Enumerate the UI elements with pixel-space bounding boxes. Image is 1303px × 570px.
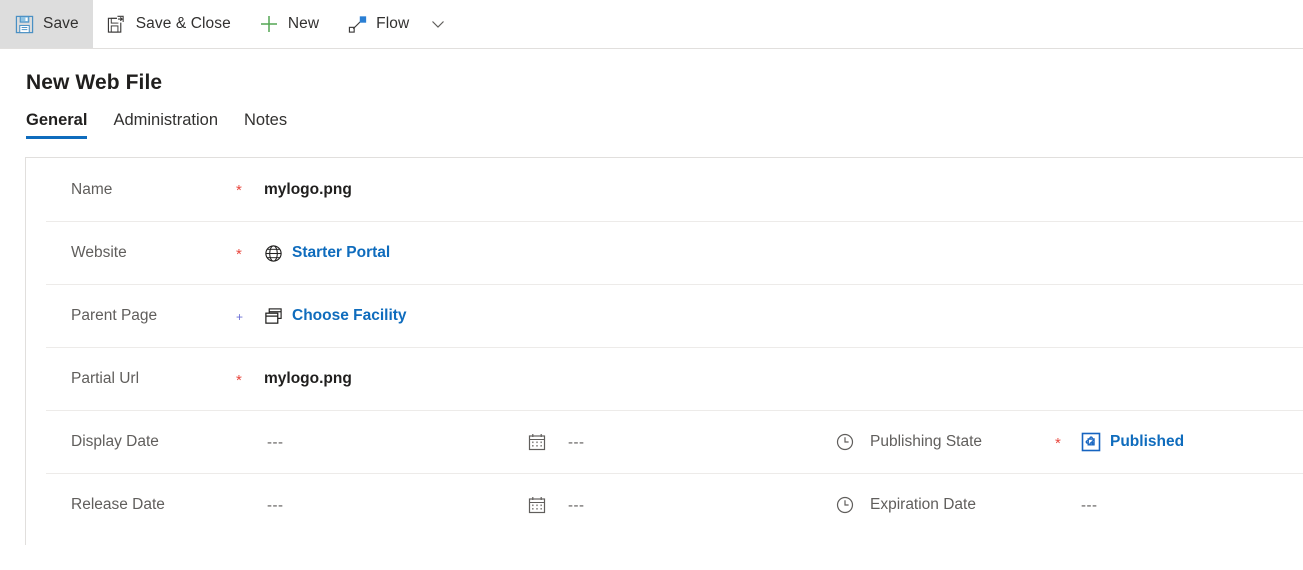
required-indicator-publishing-state: *	[1055, 434, 1061, 452]
display-date-calendar-icon[interactable]	[512, 432, 562, 452]
required-indicator-release-date	[236, 504, 264, 506]
save-button-label: Save	[43, 15, 79, 32]
field-lookup-publishing-state-label: Published	[1110, 433, 1185, 450]
release-time-clock-icon[interactable]	[820, 495, 870, 515]
flow-icon	[347, 14, 367, 34]
tab-administration[interactable]: Administration	[100, 111, 231, 139]
field-value-name[interactable]: mylogo.png	[264, 181, 352, 199]
field-value-partial-url[interactable]: mylogo.png	[264, 370, 352, 388]
field-value-display-time[interactable]: ---	[562, 434, 820, 451]
publishing-state-icon	[1081, 432, 1101, 452]
field-label-publishing-state: Publishing State	[870, 433, 983, 450]
tab-administration-label: Administration	[113, 111, 218, 129]
save-close-icon	[107, 14, 127, 34]
save-button[interactable]: Save	[0, 0, 93, 48]
form-row-website: Website * Starter Portal	[46, 221, 1303, 284]
overflow-chevron-down-icon[interactable]	[423, 0, 453, 48]
required-indicator-partial-url: *	[236, 371, 242, 389]
form-row-display-date: Display Date --- --- Publishing State * …	[46, 410, 1303, 473]
pages-icon	[264, 307, 283, 326]
form-row-name: Name * mylogo.png	[46, 158, 1303, 221]
field-label-display-date: Display Date	[71, 433, 159, 450]
page-title: New Web File	[26, 71, 163, 94]
field-label-release-date: Release Date	[71, 496, 165, 513]
save-icon	[14, 14, 34, 34]
flow-button[interactable]: Flow	[333, 0, 423, 48]
field-label-parent-page: Parent Page	[71, 307, 158, 324]
general-form-panel: Name * mylogo.png Website * Starter Port…	[25, 157, 1303, 545]
optional-indicator-parent-page: +	[236, 310, 244, 324]
save-and-close-button[interactable]: Save & Close	[93, 0, 245, 48]
field-value-expiration-date[interactable]: ---	[1081, 497, 1098, 514]
required-indicator-website: *	[236, 245, 242, 263]
tab-general[interactable]: General	[26, 111, 100, 139]
form-row-partial-url: Partial Url * mylogo.png	[46, 347, 1303, 410]
new-button[interactable]: New	[245, 0, 333, 48]
field-lookup-website-label: Starter Portal	[292, 244, 391, 261]
field-lookup-publishing-state[interactable]: Published	[1081, 432, 1184, 452]
form-row-release-date: Release Date --- --- Expiration Date ---	[46, 473, 1303, 536]
flow-button-label: Flow	[376, 15, 410, 32]
display-time-clock-icon[interactable]	[820, 432, 870, 452]
form-tabs: General Administration Notes	[0, 95, 1303, 139]
tab-notes[interactable]: Notes	[231, 111, 300, 139]
field-lookup-parent-page[interactable]: Choose Facility	[264, 307, 407, 326]
required-indicator-display-date	[236, 441, 264, 443]
field-lookup-website[interactable]: Starter Portal	[264, 244, 390, 263]
globe-icon	[264, 244, 283, 263]
release-date-calendar-icon[interactable]	[512, 495, 562, 515]
field-label-name: Name	[71, 180, 113, 198]
save-and-close-button-label: Save & Close	[135, 15, 231, 32]
new-button-label: New	[287, 15, 320, 32]
field-value-release-time[interactable]: ---	[562, 497, 820, 514]
field-label-partial-url: Partial Url	[71, 370, 140, 387]
tab-general-label: General	[26, 111, 88, 129]
field-label-expiration-date: Expiration Date	[870, 496, 976, 513]
required-indicator-expiration-date	[1055, 504, 1081, 506]
required-indicator-name: *	[236, 182, 242, 199]
form-row-parent-page: Parent Page + Choose Facility	[46, 284, 1303, 347]
field-value-release-date[interactable]: ---	[264, 497, 512, 514]
command-bar: Save Save & Close New Flow	[0, 0, 1303, 49]
field-label-website: Website	[71, 244, 127, 261]
field-lookup-parent-page-label: Choose Facility	[292, 307, 407, 324]
tab-notes-label: Notes	[244, 111, 288, 129]
field-value-display-date[interactable]: ---	[264, 434, 512, 451]
plus-icon	[259, 14, 279, 34]
